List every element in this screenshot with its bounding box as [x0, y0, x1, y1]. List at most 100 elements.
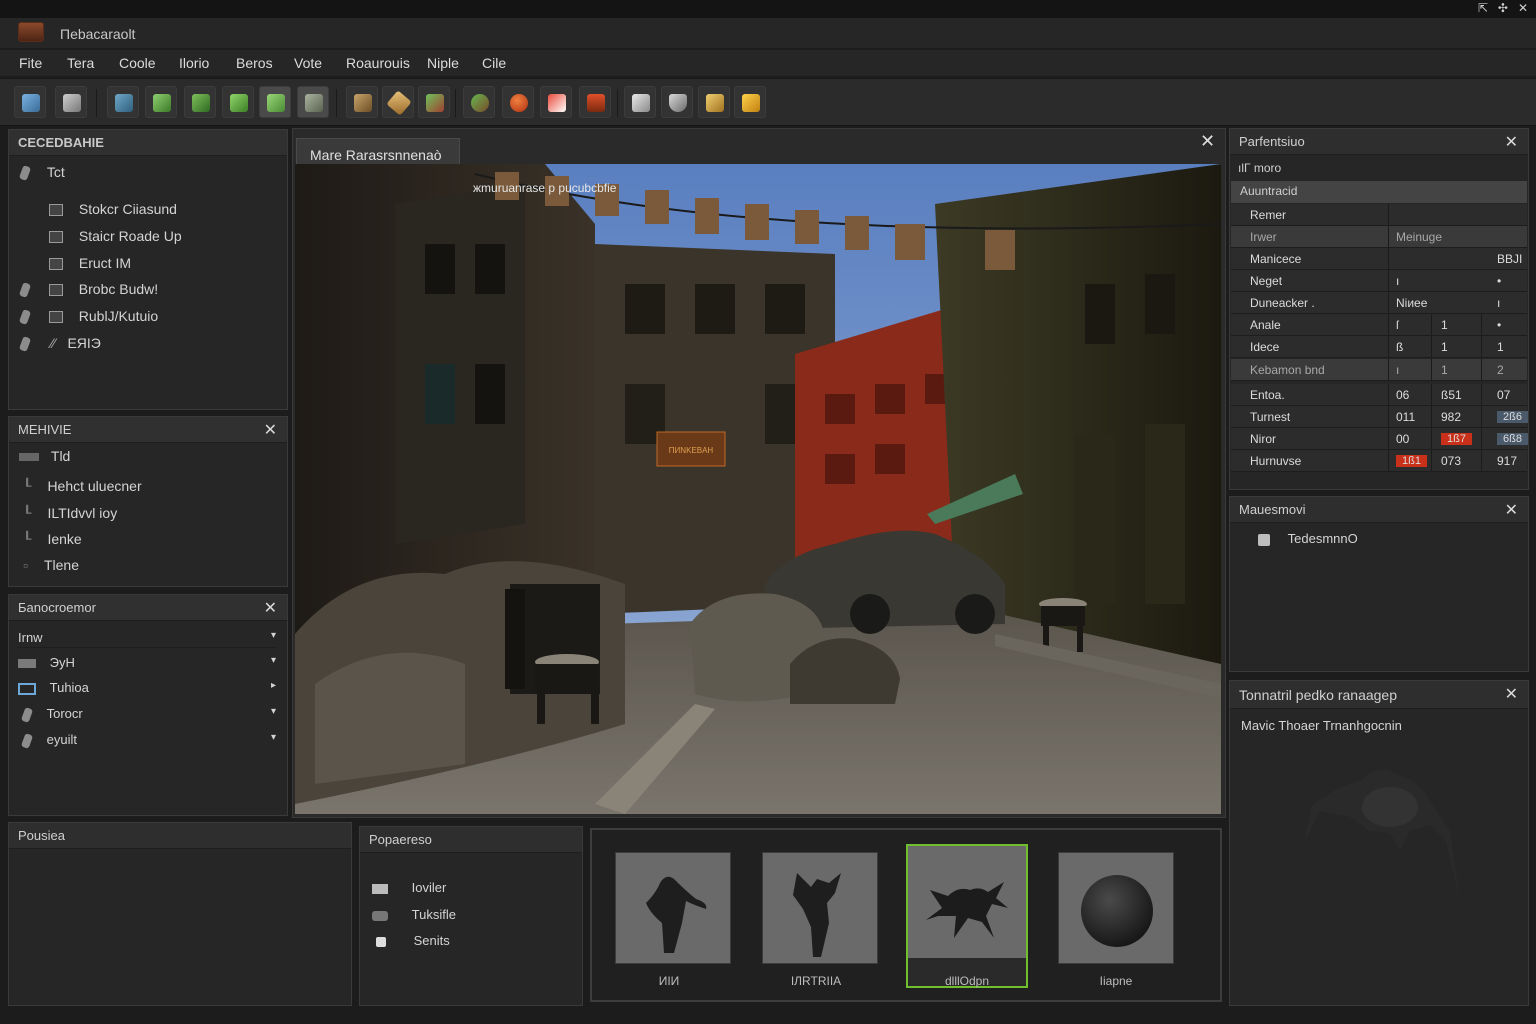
materials-root[interactable]: Tld [19, 448, 70, 464]
character-icon[interactable] [463, 86, 495, 118]
close-icon[interactable]: ✕ [1505, 684, 1518, 704]
hierarchy-item[interactable]: Stokcr Ciiasund [49, 201, 177, 217]
asset-thumb[interactable] [615, 852, 731, 964]
3d-viewport-scene[interactable]: ПИNKEBAH жmuruanrase р рucubcbfie [295, 164, 1221, 814]
menu-file[interactable]: Fite [19, 50, 67, 76]
material-item[interactable]: ▫ Tlene [23, 557, 79, 573]
wrench-icon[interactable] [14, 86, 46, 118]
green-box-icon[interactable] [184, 86, 216, 118]
torii-icon[interactable] [579, 86, 611, 118]
property-cell: ß [1396, 340, 1404, 354]
menu-item-6[interactable]: Vote [294, 50, 346, 76]
property-group[interactable]: ılГ moro [1238, 161, 1281, 175]
property-row[interactable]: Irwer Meinuge [1231, 226, 1527, 248]
mesh-item[interactable]: TedesmnnO [1258, 531, 1358, 546]
close-icon[interactable]: ✕ [264, 598, 277, 618]
property-item[interactable]: Tuksifle [372, 907, 456, 922]
figure-thumbnail [616, 853, 730, 963]
tree-icon[interactable] [418, 86, 450, 118]
property-row[interactable]: Manicece BBJI [1231, 248, 1527, 270]
shop-sign-text: ПИNKEBAH [669, 446, 714, 455]
material-item[interactable]: ┖ ILTIdvvl ioy [23, 505, 117, 522]
material-item[interactable]: ┖ Ienke [23, 531, 82, 548]
panel-icon[interactable] [297, 86, 329, 118]
chevron-down-icon[interactable]: ▾ [271, 655, 276, 666]
property-row[interactable]: Entoa. 06 ß51 07 [1231, 384, 1527, 406]
crate-icon[interactable] [698, 86, 730, 118]
material-item[interactable]: ┖ Hehct uluecner [23, 478, 142, 495]
hierarchy-item[interactable]: Staicr Roade Up [49, 228, 182, 244]
chevron-down-icon[interactable]: ▾ [271, 706, 276, 717]
toolbar [0, 78, 1536, 126]
asset-thumb[interactable] [1058, 852, 1174, 964]
brush-icon[interactable] [55, 86, 87, 118]
street-scene-render: ПИNKEBAH жmuruanrase р рucubcbfie [295, 164, 1221, 814]
layer-item[interactable]: eyuilt ▾ [20, 732, 276, 749]
bandage-icon[interactable] [382, 86, 414, 118]
chevron-down-icon[interactable]: ▾ [271, 732, 276, 743]
property-item[interactable]: Ioviler [372, 880, 446, 895]
menu-item-7[interactable]: Roaurouis [346, 50, 427, 76]
menu-item-2[interactable]: Tera [67, 50, 119, 76]
green-box-icon[interactable] [222, 86, 254, 118]
asset-thumb-label: Iiapne [1099, 974, 1133, 988]
hierarchy-item[interactable]: ⁄⁄ EЯIЭ [18, 335, 101, 353]
property-cell: ß51 [1441, 388, 1462, 402]
object-icon [48, 311, 63, 324]
hierarchy-item[interactable]: Eruct IM [49, 255, 131, 271]
asset-thumb[interactable] [762, 852, 878, 964]
property-item[interactable]: Senits [376, 933, 450, 948]
chevron-down-icon[interactable]: ▾ [271, 630, 276, 641]
close-icon[interactable]: ✕ [1505, 500, 1518, 520]
menu-item-3[interactable]: Coole [119, 50, 179, 76]
settings-icon [376, 936, 386, 947]
property-row[interactable]: Anale ſ 1 • [1231, 314, 1527, 336]
mesh-icon [1258, 533, 1270, 546]
red-hat-icon[interactable] [540, 86, 572, 118]
close-icon[interactable]: ✕ [1505, 132, 1518, 152]
property-row[interactable]: Turnest 011 982 2ß6 [1231, 406, 1528, 428]
crate-icon[interactable] [346, 86, 378, 118]
property-group-selected[interactable]: Auuntracid [1231, 181, 1527, 203]
property-row[interactable]: Kebamon bnd ı 1 2 [1231, 359, 1527, 381]
shield-icon[interactable] [661, 86, 693, 118]
green-box-icon[interactable] [259, 86, 291, 118]
red-sphere-icon[interactable] [502, 86, 534, 118]
layer-item[interactable]: Tuhioa ▸ [18, 680, 276, 695]
mesh-panel-header: Mauesmovi ✕ [1230, 497, 1528, 523]
app-title: Пebacaraolt [60, 26, 136, 42]
pin-icon[interactable]: ✣ [1498, 1, 1508, 15]
property-row[interactable]: Remer [1231, 204, 1527, 226]
hierarchy-item[interactable]: RublJ/Kutuio [18, 308, 158, 326]
close-icon[interactable]: ✕ [1200, 131, 1215, 152]
jar-icon[interactable] [734, 86, 766, 118]
menu-item-4[interactable]: Ilorio [179, 50, 236, 76]
property-row[interactable]: Neget ı • [1231, 270, 1527, 292]
property-row[interactable]: Idece ß 1 1 [1231, 336, 1527, 358]
property-cell: 073 [1441, 454, 1462, 468]
chevron-down-icon[interactable]: ▸ [271, 680, 276, 691]
restore-icon[interactable]: ⇱ [1478, 1, 1488, 15]
property-row[interactable]: Niror 00 1ß7 6ß8 [1231, 428, 1528, 450]
property-cell: Meinuge [1396, 230, 1443, 244]
asset-thumb-selected[interactable] [906, 844, 1028, 988]
hierarchy-root[interactable]: Tct [18, 164, 65, 182]
green-box-icon[interactable] [145, 86, 177, 118]
cube-icon[interactable] [107, 86, 139, 118]
property-row[interactable]: Hurnuvse 1ß1 073 917 [1231, 450, 1527, 472]
menu-item-8[interactable]: Niple [427, 50, 482, 76]
close-icon[interactable]: ✕ [1518, 1, 1528, 15]
layer-item[interactable]: Torocr ▾ [20, 706, 276, 723]
menu-item-9[interactable]: Cile [482, 50, 522, 76]
layers-header-row[interactable]: Irnw ▾ [18, 630, 276, 648]
pin-icon [20, 732, 34, 749]
menu-item-5[interactable]: Beros [236, 50, 294, 76]
hierarchy-item[interactable]: Brobc Budw! [18, 281, 158, 299]
property-cell: Idece [1250, 340, 1280, 354]
close-icon[interactable]: ✕ [264, 420, 277, 440]
property-row[interactable]: Duneacker . Niиee ı [1231, 292, 1527, 314]
paper-icon[interactable] [624, 86, 656, 118]
property-cell: 06 [1396, 388, 1410, 402]
preview-subtitle: Mavic Thoaer Trnanhgocnin [1241, 718, 1402, 733]
layer-item[interactable]: ЭyH ▾ [18, 655, 276, 670]
